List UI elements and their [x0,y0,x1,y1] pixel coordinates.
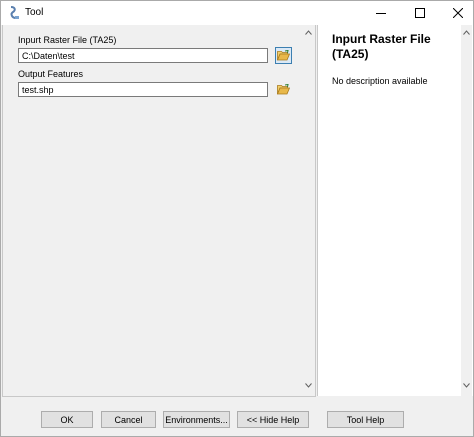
scroll-down-arrow[interactable] [461,380,472,391]
close-button[interactable] [442,1,474,25]
window-title: Tool [25,7,44,18]
parameters-pane: Inpurt Raster File (TA25) C:\Daten\test … [2,25,316,397]
minimize-button[interactable] [365,1,397,25]
tool-icon [10,6,19,19]
maximize-icon [415,8,425,18]
input-raster-field[interactable]: C:\Daten\test [18,48,268,63]
output-browse-button[interactable] [275,81,292,98]
chevron-down-icon [463,383,470,388]
help-title: Inpurt Raster File (TA25) [332,32,431,61]
help-description: No description available [332,76,428,86]
hide-help-button[interactable]: << Hide Help [237,411,309,428]
tool-help-button[interactable]: Tool Help [327,411,404,428]
output-features-label: Output Features [18,69,84,79]
cancel-button[interactable]: Cancel [101,411,156,428]
maximize-button[interactable] [404,1,436,25]
ok-button[interactable]: OK [41,411,93,428]
minimize-icon [376,12,386,14]
folder-open-icon [277,50,290,61]
chevron-down-icon [305,383,312,388]
chevron-up-icon [463,30,470,35]
input-browse-button[interactable] [275,47,292,64]
environments-button[interactable]: Environments... [163,411,230,428]
help-pane: Inpurt Raster File (TA25) No description… [317,25,473,396]
parameters-scrollbar[interactable] [303,25,314,396]
chevron-up-icon [305,30,312,35]
scroll-up-arrow[interactable] [461,27,472,38]
tool-dialog-window: Tool Inpurt Raster File (TA25) C:\Daten\… [0,0,474,437]
scroll-up-arrow[interactable] [303,27,314,38]
scroll-down-arrow[interactable] [303,380,314,391]
output-features-field[interactable]: test.shp [18,82,268,97]
folder-open-icon [277,84,290,95]
title-bar[interactable]: Tool [1,1,473,25]
input-raster-label: Inpurt Raster File (TA25) [18,35,117,45]
help-scrollbar[interactable] [461,25,472,396]
close-icon [453,8,463,18]
